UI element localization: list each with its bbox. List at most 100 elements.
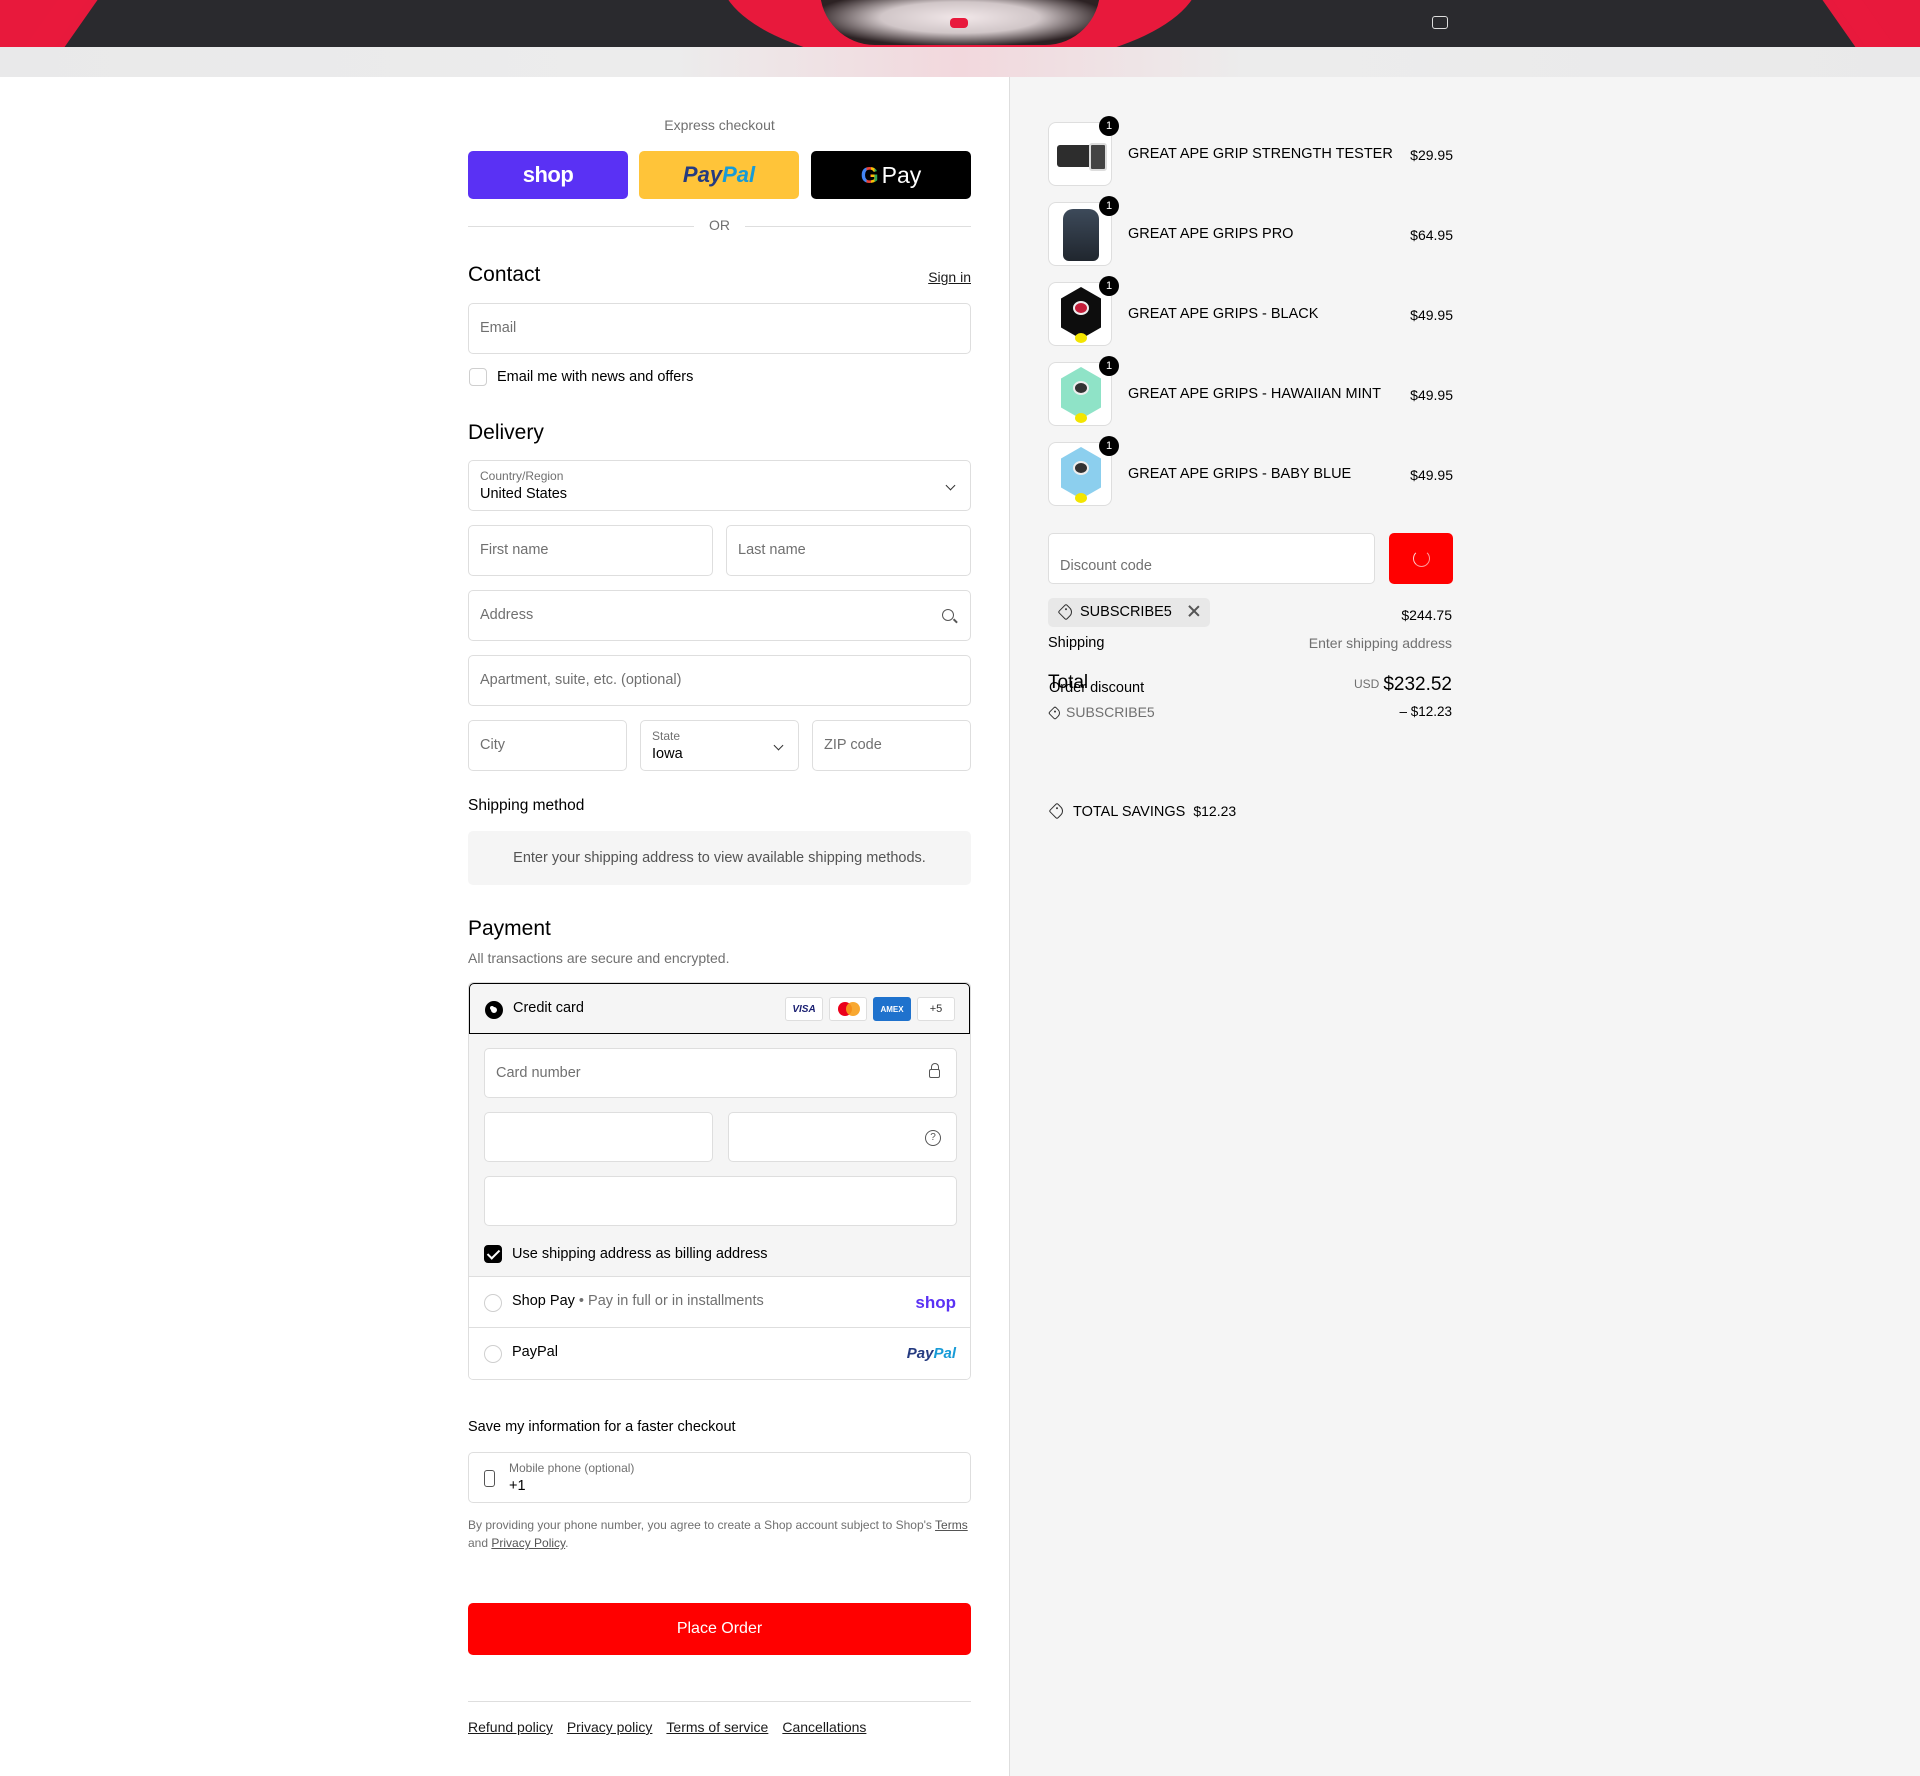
total-savings-value: $12.23 <box>1193 803 1237 819</box>
state-select[interactable]: State Iowa <box>640 720 799 771</box>
payment-methods: Credit card VISA AMEX +5 Card number ? U… <box>468 982 971 1380</box>
total-savings: TOTAL SAVINGS $12.23 <box>1048 802 1237 820</box>
terms-link[interactable]: Terms <box>935 1518 968 1532</box>
shop-pay-option[interactable]: Shop Pay • Pay in full or in installment… <box>469 1277 970 1328</box>
more-cards-badge: +5 <box>917 997 955 1021</box>
product-price: $49.95 <box>1410 307 1453 323</box>
chevron-down-icon <box>945 480 956 491</box>
email-field[interactable]: Email <box>468 303 971 354</box>
cart-item: 1 GREAT APE GRIPS - BABY BLUE $49.95 <box>1048 436 1453 506</box>
mobile-phone-value: +1 <box>509 1478 526 1494</box>
card-number-placeholder: Card number <box>496 1065 581 1081</box>
card-logos: VISA AMEX +5 <box>785 997 955 1021</box>
fine-print: and <box>468 1536 492 1550</box>
bag-icon[interactable] <box>1432 16 1448 29</box>
paypal-logo: PayPal <box>907 1345 956 1362</box>
paypal-radio[interactable] <box>484 1345 502 1363</box>
apartment-placeholder: Apartment, suite, etc. (optional) <box>480 672 682 688</box>
name-on-card-field[interactable] <box>484 1176 957 1226</box>
phone-icon <box>484 1470 495 1487</box>
shop-pay-logo: shop <box>915 1293 956 1312</box>
security-code-field[interactable]: ? <box>728 1112 957 1162</box>
card-fields: Card number ? Use shipping address as bi… <box>469 1034 970 1277</box>
state-label: State <box>652 729 681 743</box>
shipping-method-title: Shipping method <box>468 797 585 814</box>
close-icon[interactable] <box>1188 605 1200 617</box>
amex-icon: AMEX <box>873 997 911 1021</box>
applied-discount-code: SUBSCRIBE5 <box>1080 604 1172 620</box>
google-pay-label: Pay <box>881 161 922 188</box>
credit-card-radio[interactable] <box>485 1001 503 1019</box>
cart-item: 1 GREAT APE GRIPS PRO $64.95 <box>1048 196 1453 266</box>
total-value-group: USD $232.52 <box>1354 674 1452 696</box>
google-g-icon: G <box>860 161 879 188</box>
billing-address-checkbox[interactable] <box>484 1245 502 1263</box>
privacy-policy-link[interactable]: Privacy policy <box>567 1719 653 1735</box>
shipping-label: Shipping <box>1048 635 1105 651</box>
city-field[interactable]: City <box>468 720 627 771</box>
quantity-badge: 1 <box>1099 276 1119 296</box>
payment-title: Payment <box>468 917 551 940</box>
product-price: $49.95 <box>1410 467 1453 483</box>
apartment-field[interactable]: Apartment, suite, etc. (optional) <box>468 655 971 706</box>
savings-tag-icon <box>1048 802 1066 820</box>
mobile-phone-field[interactable]: Mobile phone (optional) +1 <box>468 1452 971 1503</box>
shop-pay-radio[interactable] <box>484 1294 502 1312</box>
expiration-field[interactable] <box>484 1112 713 1162</box>
total-savings-label: TOTAL SAVINGS <box>1073 804 1186 820</box>
product-name: GREAT APE GRIPS - BLACK <box>1128 306 1319 322</box>
shop-pay-sublabel: Pay in full or in installments <box>588 1293 764 1309</box>
refund-policy-link[interactable]: Refund policy <box>468 1719 553 1735</box>
place-order-button[interactable]: Place Order <box>468 1603 971 1655</box>
paypal-label: PayPal <box>512 1344 558 1360</box>
google-pay-express-button[interactable]: G Pay <box>811 151 971 199</box>
chevron-down-icon <box>773 740 784 751</box>
mastercard-icon <box>829 997 867 1021</box>
credit-card-option[interactable]: Credit card VISA AMEX +5 <box>469 983 970 1034</box>
quantity-badge: 1 <box>1099 356 1119 376</box>
help-icon[interactable]: ? <box>925 1130 941 1146</box>
apply-discount-button[interactable] <box>1389 533 1453 584</box>
first-name-field[interactable]: First name <box>468 525 713 576</box>
paypal-logo-part: Pal <box>722 162 756 187</box>
shop-pay-label: Shop Pay <box>512 1293 575 1309</box>
discount-code-field[interactable]: Discount code <box>1048 533 1375 584</box>
news-offers-checkbox[interactable] <box>469 368 487 386</box>
product-price: $64.95 <box>1410 227 1453 243</box>
zip-field[interactable]: ZIP code <box>812 720 971 771</box>
quantity-badge: 1 <box>1099 116 1119 136</box>
privacy-policy-link[interactable]: Privacy Policy <box>491 1536 565 1550</box>
or-label: OR <box>709 217 730 233</box>
last-name-field[interactable]: Last name <box>726 525 971 576</box>
terms-of-service-link[interactable]: Terms of service <box>666 1719 768 1735</box>
sign-in-link[interactable]: Sign in <box>928 269 971 285</box>
shop-pay-express-button[interactable]: shop <box>468 151 628 199</box>
tag-icon <box>1047 705 1063 721</box>
shipping-method-notice: Enter your shipping address to view avai… <box>468 831 971 885</box>
address-field[interactable]: Address <box>468 590 971 641</box>
product-name: GREAT APE GRIP STRENGTH TESTER <box>1128 146 1393 162</box>
loading-spinner-icon <box>1413 550 1430 567</box>
cancellations-link[interactable]: Cancellations <box>782 1719 866 1735</box>
news-offers-label: Email me with news and offers <box>497 369 694 385</box>
country-select[interactable]: Country/Region United States <box>468 460 971 511</box>
currency-label: USD <box>1353 677 1380 691</box>
paypal-logo-part: Pal <box>933 1345 956 1362</box>
paypal-express-button[interactable]: Pay Pal <box>639 151 799 199</box>
paypal-logo-part: Pay <box>906 1345 934 1362</box>
store-logo-mark <box>950 18 968 28</box>
footer-divider <box>468 1701 971 1702</box>
paypal-option[interactable]: PayPal PayPal <box>469 1328 970 1379</box>
product-price: $49.95 <box>1410 387 1453 403</box>
phone-terms-text: By providing your phone number, you agre… <box>468 1516 971 1552</box>
search-icon <box>942 609 954 621</box>
card-number-field[interactable]: Card number <box>484 1048 957 1098</box>
fine-print: . <box>565 1536 569 1550</box>
cart-item: 1 GREAT APE GRIP STRENGTH TESTER $29.95 <box>1048 116 1453 186</box>
applied-discount-chip: SUBSCRIBE5 <box>1048 598 1210 627</box>
lock-icon <box>929 1063 940 1078</box>
express-checkout-title: Express checkout <box>664 117 775 133</box>
fine-print: By providing your phone number, you agre… <box>468 1518 936 1532</box>
order-discount-label: Order discount <box>1049 680 1145 696</box>
last-name-placeholder: Last name <box>738 542 806 558</box>
